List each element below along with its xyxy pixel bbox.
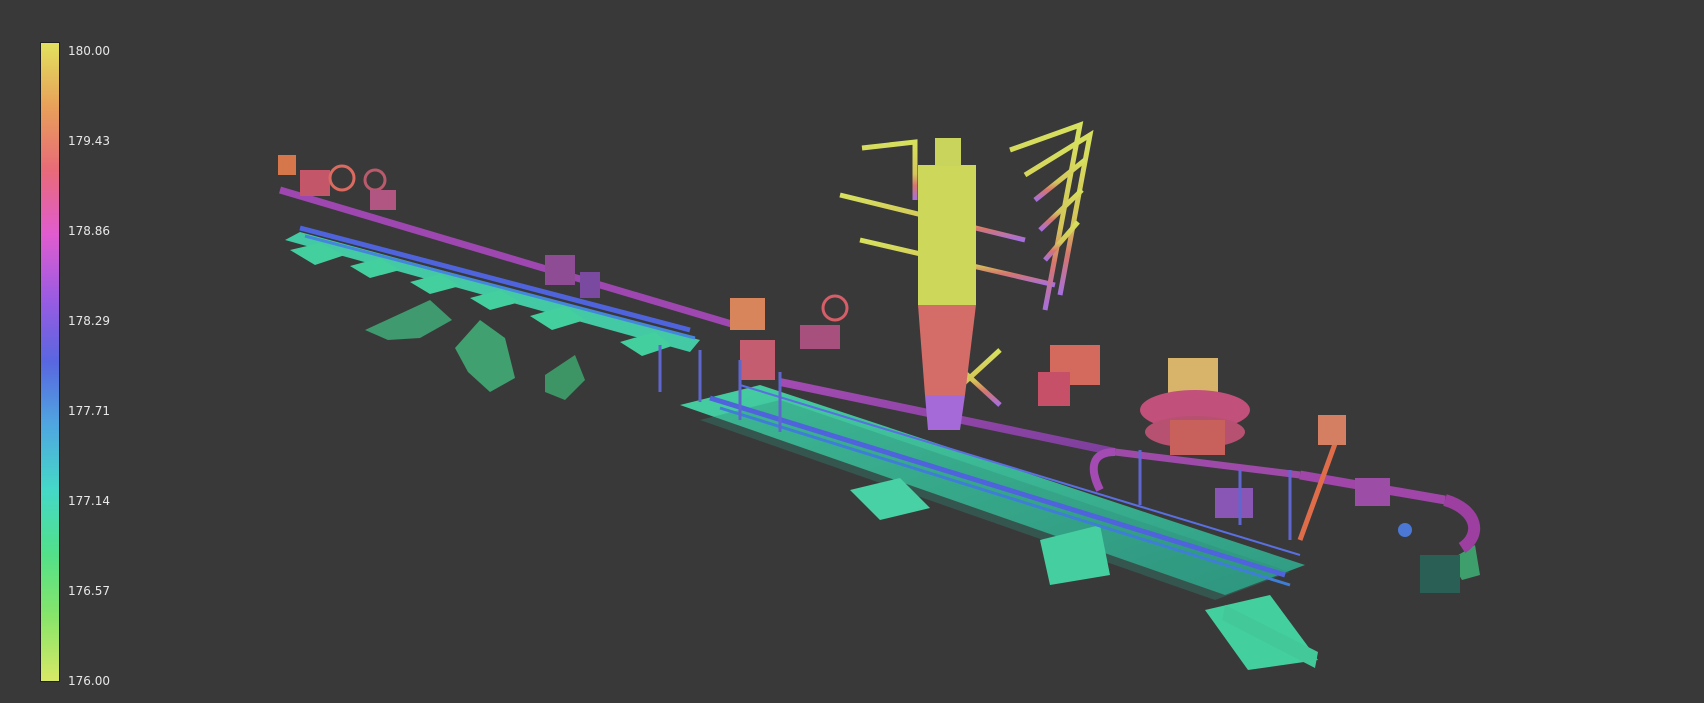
color-bar-label-2: 179.43 — [68, 134, 110, 148]
color-bar-label-5: 177.71 — [68, 404, 110, 418]
point-cloud-scene[interactable] — [0, 0, 1704, 703]
color-bar-label-6: 177.14 — [68, 494, 110, 508]
3d-viewport[interactable]: 180.00 179.43 178.86 178.29 177.71 177.1… — [0, 0, 1704, 703]
tower-vessel — [918, 138, 976, 430]
color-bar-label-3: 178.86 — [68, 224, 110, 238]
color-bar-label-7: 176.57 — [68, 584, 110, 598]
color-bar-label-4: 178.29 — [68, 314, 110, 328]
color-bar-label-1: 180.00 — [68, 44, 110, 58]
scalar-color-bar — [40, 42, 60, 682]
color-bar-label-8: 176.00 — [68, 674, 110, 688]
